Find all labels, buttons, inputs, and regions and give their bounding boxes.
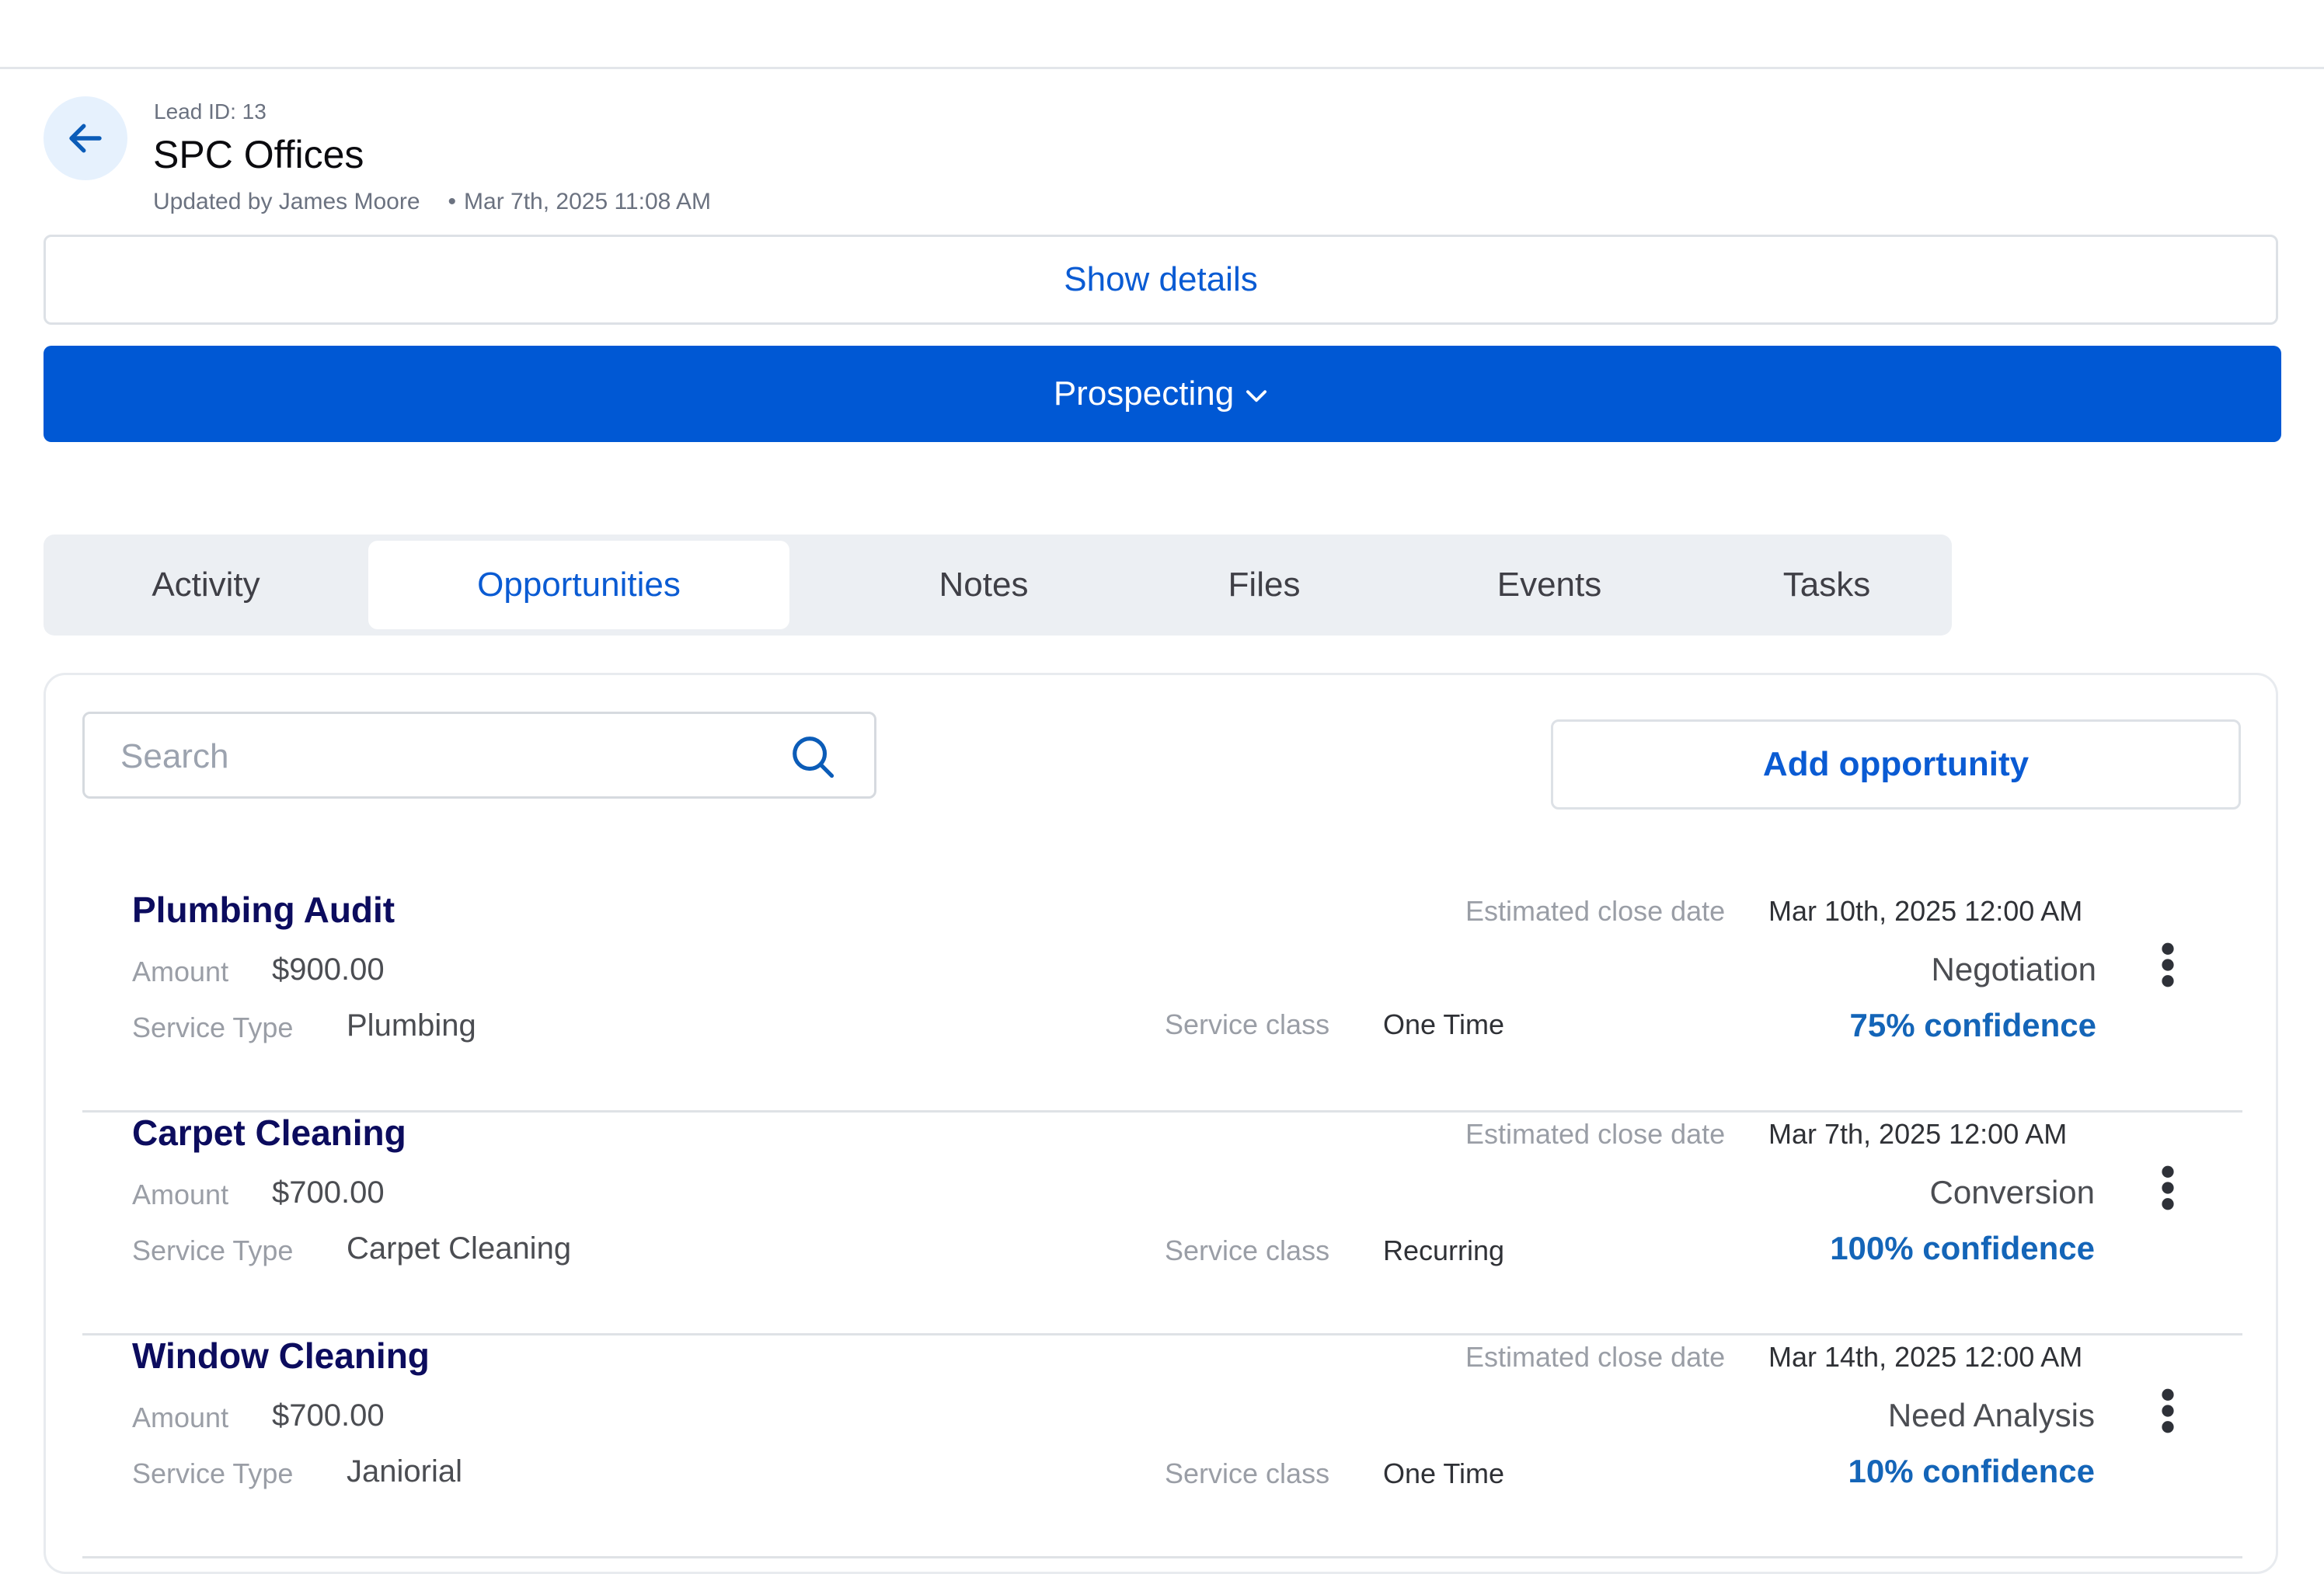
- tab-files[interactable]: Files: [1131, 541, 1397, 629]
- amount-value: $900.00: [272, 952, 385, 987]
- close-date-label: Estimated close date: [1465, 895, 1726, 927]
- amount-label: Amount: [132, 956, 229, 987]
- amount-value: $700.00: [272, 1398, 385, 1433]
- show-details-button[interactable]: Show details: [44, 235, 2278, 325]
- row-divider: [82, 1556, 2242, 1558]
- opportunity-stage: Conversion: [1929, 1174, 2095, 1210]
- opportunity-stage: Negotiation: [1931, 951, 2096, 987]
- tab-notes[interactable]: Notes: [836, 541, 1131, 629]
- opportunity-row[interactable]: Window Cleaning Amount $700.00 Service T…: [82, 1335, 2242, 1558]
- tab-opportunities[interactable]: Opportunities: [368, 541, 789, 629]
- more-vertical-icon[interactable]: [2151, 1165, 2185, 1211]
- add-opportunity-button[interactable]: Add opportunity: [1551, 719, 2241, 810]
- tab-events[interactable]: Events: [1397, 541, 1702, 629]
- service-type-value: Plumbing: [347, 1008, 476, 1043]
- updated-info: Updated by James Moore • Mar 7th, 2025 11:…: [153, 189, 711, 215]
- search-icon[interactable]: [789, 733, 837, 781]
- close-date-label: Estimated close date: [1465, 1341, 1726, 1373]
- opportunity-title[interactable]: Plumbing Audit: [132, 889, 395, 931]
- stage-label: Prospecting: [1053, 374, 1235, 413]
- service-class-value: Recurring: [1383, 1234, 1505, 1266]
- tab-bar: Activity Opportunities Notes Files Event…: [44, 535, 1952, 636]
- amount-value: $700.00: [272, 1175, 385, 1210]
- confidence-value: 75% confidence: [1849, 1007, 2096, 1043]
- search-input[interactable]: [119, 733, 806, 781]
- arrow-left-icon: [69, 124, 102, 153]
- service-class-label: Service class: [1165, 1457, 1330, 1489]
- service-class-value: One Time: [1383, 1457, 1505, 1489]
- amount-label: Amount: [132, 1179, 229, 1210]
- updated-by: Updated by James Moore: [153, 189, 420, 214]
- separator-dot: •: [448, 189, 457, 214]
- chevron-down-icon: [1246, 390, 1267, 402]
- service-type-label: Service Type: [132, 1457, 294, 1489]
- opportunity-row[interactable]: Carpet Cleaning Amount $700.00 Service T…: [82, 1112, 2242, 1335]
- close-date-value: Mar 7th, 2025 12:00 AM: [1768, 1118, 2068, 1150]
- opportunity-title[interactable]: Window Cleaning: [132, 1335, 430, 1377]
- service-class-label: Service class: [1165, 1234, 1330, 1266]
- stage-dropdown[interactable]: Prospecting: [44, 346, 2281, 442]
- service-type-label: Service Type: [132, 1234, 294, 1266]
- confidence-value: 100% confidence: [1830, 1230, 2095, 1266]
- back-button[interactable]: [44, 96, 127, 180]
- service-type-value: Janiorial: [347, 1454, 462, 1489]
- opportunity-row[interactable]: Plumbing Audit Amount $900.00 Service Ty…: [82, 889, 2242, 1113]
- close-date-value: Mar 10th, 2025 12:00 AM: [1768, 895, 2083, 927]
- opportunity-title[interactable]: Carpet Cleaning: [132, 1112, 406, 1154]
- tab-tasks[interactable]: Tasks: [1702, 541, 1952, 629]
- more-vertical-icon[interactable]: [2151, 1388, 2185, 1434]
- service-class-value: One Time: [1383, 1008, 1505, 1040]
- page-title: SPC Offices: [153, 133, 364, 176]
- close-date-value: Mar 14th, 2025 12:00 AM: [1768, 1341, 2083, 1373]
- updated-at: Mar 7th, 2025 11:08 AM: [464, 189, 712, 214]
- top-bar: [0, 0, 2324, 69]
- search-box[interactable]: [82, 712, 876, 799]
- lead-id: Lead ID: 13: [154, 99, 267, 124]
- opportunity-stage: Need Analysis: [1887, 1397, 2095, 1433]
- confidence-value: 10% confidence: [1848, 1453, 2095, 1489]
- amount-label: Amount: [132, 1402, 229, 1433]
- more-vertical-icon[interactable]: [2151, 942, 2185, 988]
- close-date-label: Estimated close date: [1465, 1118, 1726, 1150]
- service-class-label: Service class: [1165, 1008, 1330, 1040]
- service-type-label: Service Type: [132, 1012, 294, 1043]
- service-type-value: Carpet Cleaning: [347, 1231, 572, 1266]
- tab-activity[interactable]: Activity: [44, 541, 368, 629]
